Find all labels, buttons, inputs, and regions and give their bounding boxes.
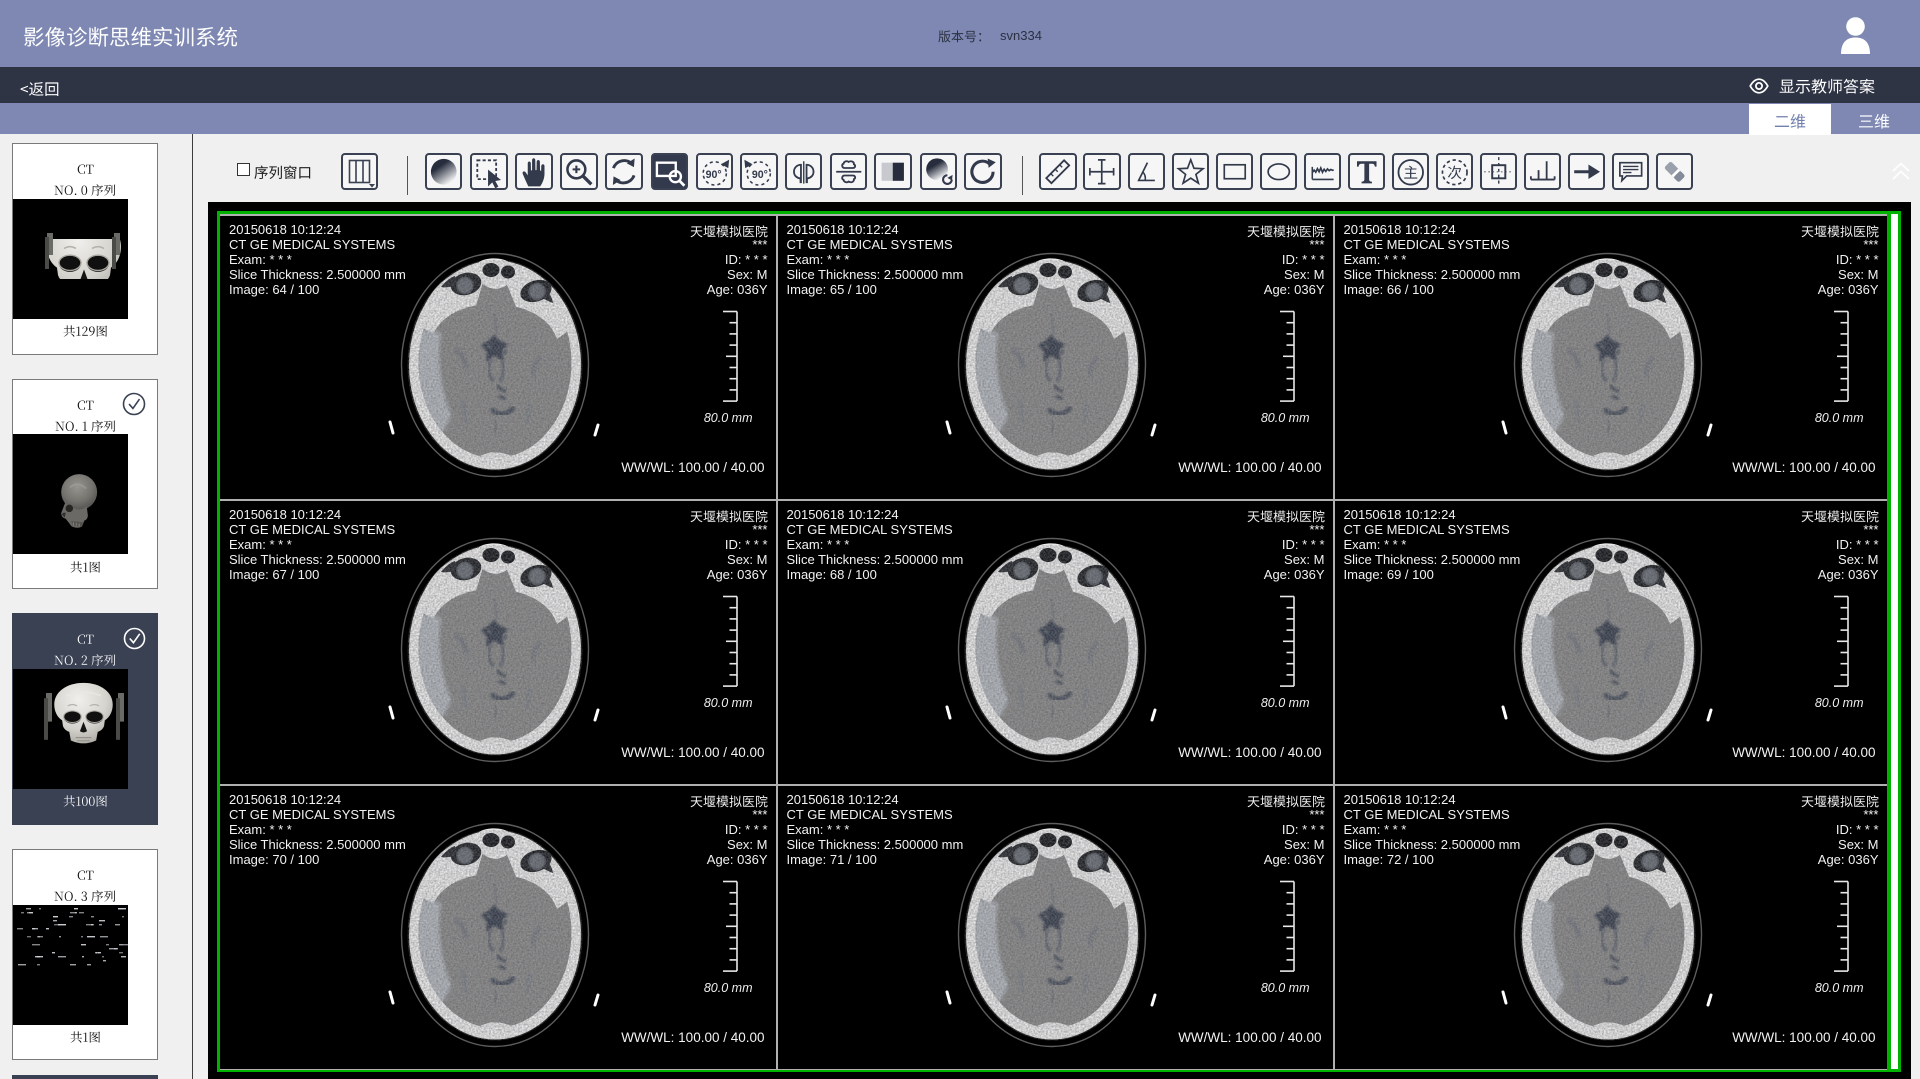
svg-text:90°: 90° bbox=[705, 168, 721, 180]
svg-text:90°: 90° bbox=[752, 168, 768, 180]
